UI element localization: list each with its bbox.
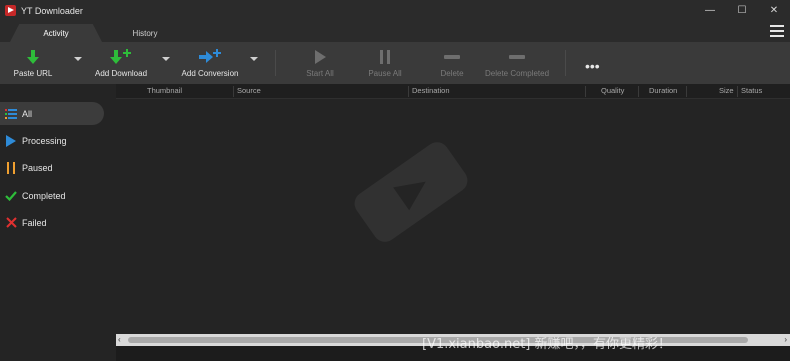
sidebar-item-label: Processing [22,135,67,146]
paste-url-button[interactable]: Paste URL [12,42,54,84]
sidebar-item-paused[interactable]: Paused [0,156,104,179]
add-conversion-icon [198,46,222,68]
toolbar: Paste URL Add Download Add Conversion St… [0,42,790,84]
paste-url-label: Paste URL [13,69,53,78]
sidebar-item-failed[interactable]: Failed [0,211,104,234]
close-button[interactable]: ✕ [758,0,790,21]
minus-icon [444,46,460,68]
add-download-icon [109,46,133,68]
column-divider[interactable] [233,86,234,97]
more-options-icon[interactable]: ••• [585,58,600,74]
toolbar-separator [275,50,276,76]
sidebar-item-label: Failed [22,217,47,228]
paste-url-dropdown-icon[interactable] [74,57,82,61]
play-icon [314,46,326,68]
toolbar-separator [565,50,566,76]
sidebar-item-label: Completed [22,190,66,201]
column-divider[interactable] [408,86,409,97]
column-divider[interactable] [585,86,586,97]
scroll-right-icon[interactable]: › [784,335,787,344]
sidebar-item-all[interactable]: All [0,102,104,125]
column-duration[interactable]: Duration [649,86,677,95]
maximize-button[interactable]: ☐ [726,0,758,21]
watermark-text: [V1.xianbao.net] 新赚吧，，有你更精彩！ [422,337,671,352]
add-conversion-button[interactable]: Add Conversion [182,42,238,84]
column-divider[interactable] [638,86,639,97]
column-thumbnail[interactable]: Thumbnail [147,86,182,95]
column-status[interactable]: Status [741,86,762,95]
scroll-left-icon[interactable]: ‹ [118,335,121,344]
tab-bar: Activity History [0,21,790,42]
window-controls: — ☐ ✕ [694,0,790,21]
delete-completed-button[interactable]: Delete Completed [484,42,550,84]
column-source[interactable]: Source [237,86,261,95]
add-conversion-label: Add Conversion [181,69,239,78]
delete-button[interactable]: Delete [438,42,466,84]
sidebar: All Processing Paused Completed Failed [0,84,116,361]
delete-label: Delete [440,69,464,78]
table-header: Thumbnail Source Destination Quality Dur… [116,84,790,99]
pause-all-button[interactable]: Pause All [368,42,402,84]
sidebar-item-label: Paused [22,162,53,173]
play-icon [5,134,17,147]
column-divider[interactable] [686,86,687,97]
menu-icon[interactable] [770,25,784,39]
tab-activity[interactable]: Activity [10,24,102,42]
tab-history[interactable]: History [102,24,188,42]
title-bar: YT Downloader — ☐ ✕ [0,0,790,21]
x-icon [5,217,17,229]
sidebar-item-processing[interactable]: Processing [0,129,104,152]
minimize-button[interactable]: — [694,0,726,21]
pause-all-label: Pause All [368,69,402,78]
sidebar-item-label: All [22,108,33,119]
empty-state-logo-icon [354,142,468,242]
check-icon [5,190,17,202]
pause-icon [5,161,17,174]
column-size[interactable]: Size [719,86,734,95]
sidebar-item-completed[interactable]: Completed [0,184,104,207]
column-quality[interactable]: Quality [601,86,624,95]
delete-completed-label: Delete Completed [484,69,550,78]
window-title: YT Downloader [21,5,83,16]
add-download-button[interactable]: Add Download [94,42,148,84]
download-list: Thumbnail Source Destination Quality Dur… [116,84,790,361]
add-download-dropdown-icon[interactable] [162,57,170,61]
list-icon [5,108,17,120]
start-all-label: Start All [306,69,334,78]
column-destination[interactable]: Destination [412,86,450,95]
add-download-label: Add Download [94,69,148,78]
add-conversion-dropdown-icon[interactable] [250,57,258,61]
column-divider[interactable] [737,86,738,97]
minus-icon [509,46,525,68]
download-arrow-icon [26,46,40,68]
pause-icon [379,46,391,68]
app-logo-icon [5,5,16,16]
start-all-button[interactable]: Start All [303,42,337,84]
